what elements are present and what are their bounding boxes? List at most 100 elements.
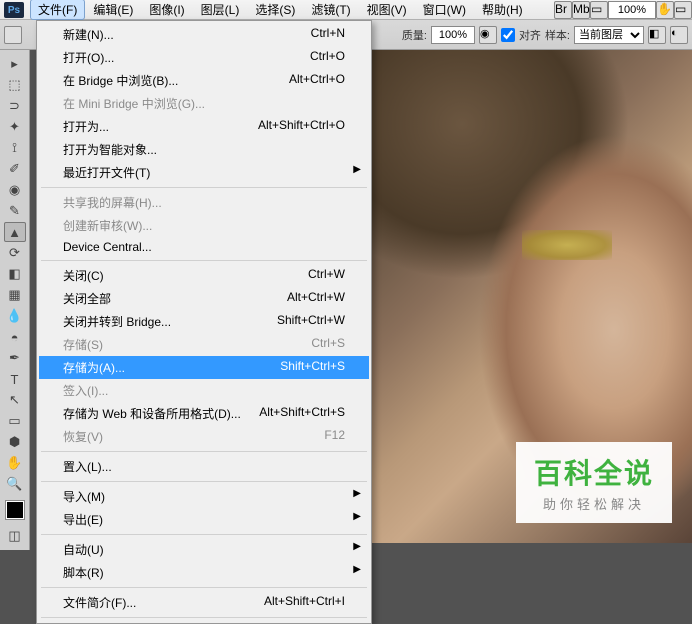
tool-eyedropper[interactable]: ✐ bbox=[4, 159, 26, 179]
tool-marquee[interactable]: ⬚ bbox=[4, 75, 26, 95]
tool-hand[interactable]: ✋ bbox=[4, 453, 26, 473]
menu-item-label: 最近打开文件(T) bbox=[63, 164, 150, 181]
screen-icon[interactable]: ▭ bbox=[674, 1, 692, 19]
menu-separator bbox=[41, 481, 367, 482]
menu-item-label: 导出(E) bbox=[63, 511, 103, 528]
tool-preset-icon[interactable] bbox=[4, 26, 22, 44]
toolbar-icon[interactable]: Br bbox=[554, 1, 572, 19]
menu-item-label: 存储为 Web 和设备所用格式(D)... bbox=[63, 405, 241, 422]
menu-item[interactable]: 打开为...Alt+Shift+Ctrl+O bbox=[39, 115, 369, 138]
app-logo: Ps bbox=[4, 2, 24, 18]
align-icon[interactable]: ◉ bbox=[479, 26, 497, 44]
tool-dodge[interactable]: ◓ bbox=[4, 327, 26, 347]
menu-item[interactable]: 新建(N)...Ctrl+N bbox=[39, 23, 369, 46]
menu-item-shortcut: F12 bbox=[324, 428, 345, 445]
menu-item-label: 关闭(C) bbox=[63, 267, 104, 284]
tool-brush[interactable]: ✎ bbox=[4, 201, 26, 221]
menu-item-label: 签入(I)... bbox=[63, 382, 108, 399]
menu-item-shortcut: Ctrl+O bbox=[310, 49, 345, 66]
toolbar-icon[interactable]: ▭ bbox=[590, 1, 608, 19]
menu-item[interactable]: 自动(U)▶ bbox=[39, 538, 369, 561]
menu-item[interactable]: 在 Bridge 中浏览(B)... Alt+Ctrl+O bbox=[39, 69, 369, 92]
menu-item[interactable]: 导出(E) ▶ bbox=[39, 508, 369, 531]
menu-item-label: 打开为智能对象... bbox=[63, 141, 157, 158]
menu-separator bbox=[41, 187, 367, 188]
menu-item[interactable]: 导入(M)▶ bbox=[39, 485, 369, 508]
menu-help[interactable]: 帮助(H) bbox=[474, 0, 531, 20]
toolbar-icon[interactable]: Mb bbox=[572, 1, 590, 19]
menu-item-label: 置入(L)... bbox=[63, 458, 112, 475]
menu-layer[interactable]: 图层(L) bbox=[193, 0, 248, 20]
tool-zoom[interactable]: 🔍 bbox=[4, 474, 26, 494]
hand-icon[interactable]: ✋ bbox=[656, 1, 674, 19]
menu-item: 签入(I)... bbox=[39, 379, 369, 402]
tool-history[interactable]: ⟳ bbox=[4, 243, 26, 263]
menu-item: 存储(S)Ctrl+S bbox=[39, 333, 369, 356]
tool-crop[interactable]: ⟟ bbox=[4, 138, 26, 158]
tool-pen[interactable]: ✒ bbox=[4, 348, 26, 368]
menu-window[interactable]: 窗口(W) bbox=[415, 0, 474, 20]
menu-item[interactable]: 最近打开文件(T)▶ bbox=[39, 161, 369, 184]
tool-3d[interactable]: ⬢ bbox=[4, 432, 26, 452]
tool-shape[interactable]: ▭ bbox=[4, 411, 26, 431]
menu-item-label: 存储(S) bbox=[63, 336, 103, 353]
menu-item: 恢复(V)F12 bbox=[39, 425, 369, 448]
menu-item-label: Device Central... bbox=[63, 240, 152, 254]
opt-icon[interactable]: ◧ bbox=[648, 26, 666, 44]
menu-item-label: 自动(U) bbox=[63, 541, 104, 558]
quality-label: 质量: bbox=[402, 27, 427, 43]
align-label: 对齐 bbox=[519, 27, 541, 43]
opt-icon[interactable]: ◐ bbox=[670, 26, 688, 44]
menu-item[interactable]: 存储为(A)...Shift+Ctrl+S bbox=[39, 356, 369, 379]
menu-separator bbox=[41, 617, 367, 618]
menu-select[interactable]: 选择(S) bbox=[247, 0, 303, 20]
menu-item-label: 在 Bridge 中浏览(B)... bbox=[63, 72, 178, 89]
menu-item[interactable]: 文件简介(F)... Alt+Shift+Ctrl+I bbox=[39, 591, 369, 614]
quality-input[interactable] bbox=[431, 26, 475, 44]
menubar: Ps 文件(F) 编辑(E) 图像(I) 图层(L) 选择(S) 滤镜(T) 视… bbox=[0, 0, 692, 20]
submenu-arrow-icon: ▶ bbox=[353, 511, 361, 522]
menu-item-label: 新建(N)... bbox=[63, 26, 114, 43]
tool-stamp[interactable]: ▲ bbox=[4, 222, 26, 242]
menu-filter[interactable]: 滤镜(T) bbox=[303, 0, 358, 20]
zoom-input[interactable] bbox=[608, 1, 656, 19]
tool-gradient[interactable]: ▦ bbox=[4, 285, 26, 305]
menu-image[interactable]: 图像(I) bbox=[141, 0, 192, 20]
menu-item-label: 创建新审核(W)... bbox=[63, 217, 152, 234]
align-check[interactable] bbox=[501, 28, 515, 42]
menu-item-label: 文件简介(F)... bbox=[63, 594, 136, 611]
foreground-color[interactable] bbox=[6, 501, 24, 519]
sample-select[interactable]: 当前图层 bbox=[574, 26, 644, 44]
menu-item-label: 脚本(R) bbox=[63, 564, 104, 581]
menu-item-shortcut: Shift+Ctrl+S bbox=[280, 359, 345, 376]
menu-item: 共享我的屏幕(H)... bbox=[39, 191, 369, 214]
tool-eraser[interactable]: ◧ bbox=[4, 264, 26, 284]
menu-view[interactable]: 视图(V) bbox=[359, 0, 415, 20]
tool-wand[interactable]: ✦ bbox=[4, 117, 26, 137]
tool-path[interactable]: ↖ bbox=[4, 390, 26, 410]
tool-type[interactable]: T bbox=[4, 369, 26, 389]
quick-mask[interactable]: ◫ bbox=[4, 526, 26, 546]
menu-edit[interactable]: 编辑(E) bbox=[85, 0, 141, 20]
menu-file[interactable]: 文件(F) bbox=[30, 0, 85, 20]
menu-item-label: 在 Mini Bridge 中浏览(G)... bbox=[63, 95, 205, 112]
menu-item[interactable]: 打开为智能对象... bbox=[39, 138, 369, 161]
tool-lasso[interactable]: ⊃ bbox=[4, 96, 26, 116]
menu-item-label: 导入(M) bbox=[63, 488, 105, 505]
menu-item[interactable]: 打开(O)...Ctrl+O bbox=[39, 46, 369, 69]
menu-item-shortcut: Alt+Ctrl+O bbox=[289, 72, 345, 89]
tool-move[interactable]: ▸ bbox=[4, 54, 26, 74]
menu-item[interactable]: 置入(L)... bbox=[39, 455, 369, 478]
menu-item[interactable]: 关闭全部Alt+Ctrl+W bbox=[39, 287, 369, 310]
menu-item[interactable]: 关闭并转到 Bridge...Shift+Ctrl+W bbox=[39, 310, 369, 333]
tool-heal[interactable]: ◉ bbox=[4, 180, 26, 200]
menu-item[interactable]: 存储为 Web 和设备所用格式(D)...Alt+Shift+Ctrl+S bbox=[39, 402, 369, 425]
menu-item[interactable]: 关闭(C)Ctrl+W bbox=[39, 264, 369, 287]
tool-blur[interactable]: 💧 bbox=[4, 306, 26, 326]
menu-item-shortcut: Alt+Shift+Ctrl+I bbox=[264, 594, 345, 611]
menu-item[interactable]: 脚本(R) ▶ bbox=[39, 561, 369, 584]
watermark-title: 百科全说 bbox=[534, 452, 654, 492]
submenu-arrow-icon: ▶ bbox=[353, 564, 361, 575]
watermark-subtitle: 助你轻松解决 bbox=[534, 494, 654, 513]
menu-item[interactable]: Device Central... bbox=[39, 237, 369, 257]
